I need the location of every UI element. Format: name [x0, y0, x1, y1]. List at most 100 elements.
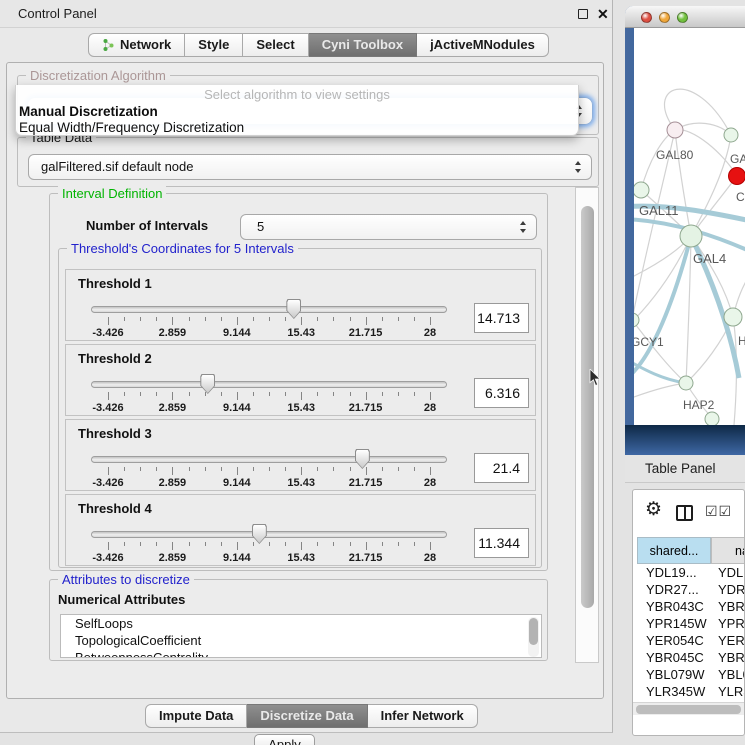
numerical-attributes-list[interactable]: SelfLoopsTopologicalCoefficientBetweenne…	[60, 614, 542, 658]
threshold-slider-track[interactable]	[91, 306, 447, 313]
scrollbar-thumb[interactable]	[636, 705, 741, 714]
table-row[interactable]: YPR145WYPR1	[633, 615, 745, 632]
attribute-item-betweennesscentrality[interactable]: BetweennessCentrality	[61, 649, 541, 658]
network-node[interactable]	[667, 122, 683, 138]
settings-gear-icon[interactable]: ⚙	[645, 498, 662, 521]
network-edge[interactable]	[634, 236, 691, 328]
slider-ticks	[108, 467, 430, 476]
cell-shared-name: YDL19...	[646, 564, 697, 581]
algorithm-options: Manual DiscretizationEqual Width/Frequen…	[16, 104, 578, 136]
tab-bottom-discretize-data[interactable]: Discretize Data	[247, 704, 367, 728]
network-node[interactable]	[679, 376, 693, 390]
slider-tick	[398, 392, 399, 396]
network-node[interactable]	[724, 128, 738, 142]
network-node[interactable]	[724, 308, 742, 326]
number-of-intervals-combobox[interactable]: 5	[240, 214, 537, 240]
tab-bottom-impute-data[interactable]: Impute Data	[145, 704, 247, 728]
minimize-traffic-light-icon[interactable]	[659, 12, 670, 23]
network-edge[interactable]	[675, 130, 691, 236]
tab-top-style[interactable]: Style	[185, 33, 243, 57]
algorithm-option-equal-width-frequency-discretization[interactable]: Equal Width/Frequency Discretization	[16, 120, 578, 136]
top-tab-bar: NetworkStyleSelectCyni ToolboxjActiveMNo…	[88, 33, 549, 57]
table-row[interactable]: YLR345WYLR3	[633, 683, 745, 700]
network-edge[interactable]	[691, 135, 731, 236]
tab-label: Discretize Data	[260, 705, 353, 727]
threshold-slider-thumb[interactable]	[286, 299, 301, 319]
interval-definition-group-title: Interval Definition	[58, 186, 166, 201]
slider-tick	[172, 467, 173, 475]
slider-tick	[366, 392, 367, 400]
slider-tick	[350, 317, 351, 321]
slider-tick	[317, 542, 318, 546]
slider-tick	[172, 392, 173, 400]
threshold-value-input[interactable]: 14.713	[474, 303, 529, 333]
table-panel-header: Table Panel	[625, 455, 745, 483]
table-horizontal-scrollbar[interactable]	[633, 702, 745, 715]
threshold-value-input[interactable]: 21.4	[474, 453, 529, 483]
column-layout-icon[interactable]	[676, 505, 693, 521]
slider-tick	[301, 467, 302, 475]
threshold-panel-3: Threshold 3-3.4262.8599.14415.4321.71528…	[65, 419, 536, 491]
tab-label: Impute Data	[159, 705, 233, 727]
float-window-icon[interactable]	[578, 9, 588, 19]
threshold-slider-thumb[interactable]	[355, 449, 370, 469]
threshold-slider-thumb[interactable]	[252, 524, 267, 544]
table-row[interactable]: YDR27...YDR2	[633, 581, 745, 598]
network-graph[interactable]: GAL80GACGAL11GAL4GCY1HHAP2	[634, 28, 745, 425]
slider-ticks	[108, 542, 430, 551]
scrollbar-thumb[interactable]	[529, 618, 538, 645]
slider-tick	[189, 542, 190, 546]
threshold-slider-track[interactable]	[91, 381, 447, 388]
tab-top-cyni-toolbox[interactable]: Cyni Toolbox	[309, 33, 417, 57]
network-node[interactable]	[729, 168, 745, 185]
checkbox-icons[interactable]: ☑☑	[705, 503, 732, 520]
network-node[interactable]	[705, 412, 719, 425]
slider-tick	[317, 392, 318, 396]
close-traffic-light-icon[interactable]	[641, 12, 652, 23]
tab-top-select[interactable]: Select	[243, 33, 308, 57]
table-row[interactable]: YBL079WYBL0	[633, 666, 745, 683]
network-edge[interactable]	[634, 383, 686, 400]
zoom-traffic-light-icon[interactable]	[677, 12, 688, 23]
threshold-slider-thumb[interactable]	[200, 374, 215, 394]
slider-tick	[301, 317, 302, 325]
slider-tick-labels: -3.4262.8599.14415.4321.71528	[108, 477, 430, 489]
threshold-value-input[interactable]: 6.316	[474, 378, 529, 408]
threshold-label: Threshold 2	[78, 351, 152, 366]
settings-vertical-scrollbar[interactable]	[575, 187, 599, 663]
attributes-list-scrollbar[interactable]	[528, 617, 539, 657]
slider-tick	[205, 392, 206, 396]
slider-tick	[350, 467, 351, 471]
table-row[interactable]: YBR045CYBR0	[633, 649, 745, 666]
network-node[interactable]	[680, 225, 702, 247]
cell-name: YDL1	[718, 564, 745, 581]
scrollbar-thumb[interactable]	[581, 206, 594, 608]
slider-tick	[414, 542, 415, 546]
slider-tick	[253, 392, 254, 396]
slider-tick-label: -3.426	[92, 327, 123, 339]
tab-bottom-infer-network[interactable]: Infer Network	[368, 704, 478, 728]
threshold-value-input[interactable]: 11.344	[474, 528, 529, 558]
control-panel-title: Control Panel	[18, 0, 97, 28]
threshold-slider-track[interactable]	[91, 531, 447, 538]
cell-shared-name: YBR045C	[646, 649, 704, 666]
column-header-name[interactable]: na	[711, 537, 745, 564]
table-row[interactable]: YDL19... YDL1	[633, 564, 745, 581]
slider-tick	[140, 542, 141, 546]
discretization-algorithm-group-title: Discretization Algorithm	[26, 68, 170, 83]
algorithm-option-manual-discretization[interactable]: Manual Discretization	[16, 104, 578, 120]
cell-name: YPR1	[718, 615, 745, 632]
table-row[interactable]: YER054CYER0	[633, 632, 745, 649]
apply-button[interactable]: Apply	[254, 734, 315, 745]
table-row[interactable]: YBR043CYBR0	[633, 598, 745, 615]
attribute-item-topologicalcoefficient[interactable]: TopologicalCoefficient	[61, 632, 541, 649]
attribute-item-selfloops[interactable]: SelfLoops	[61, 615, 541, 632]
tab-top-network[interactable]: Network	[88, 33, 185, 57]
table-data-combobox[interactable]: galFiltered.sif default node	[28, 154, 592, 180]
tab-top-jactivemnodules[interactable]: jActiveMNodules	[417, 33, 549, 57]
network-node[interactable]	[634, 182, 649, 198]
threshold-slider-track[interactable]	[91, 456, 447, 463]
network-canvas[interactable]: GAL80GACGAL11GAL4GCY1HHAP2	[634, 28, 745, 425]
column-header-shared[interactable]: shared...	[637, 537, 711, 564]
close-icon[interactable]: ✕	[597, 5, 609, 23]
